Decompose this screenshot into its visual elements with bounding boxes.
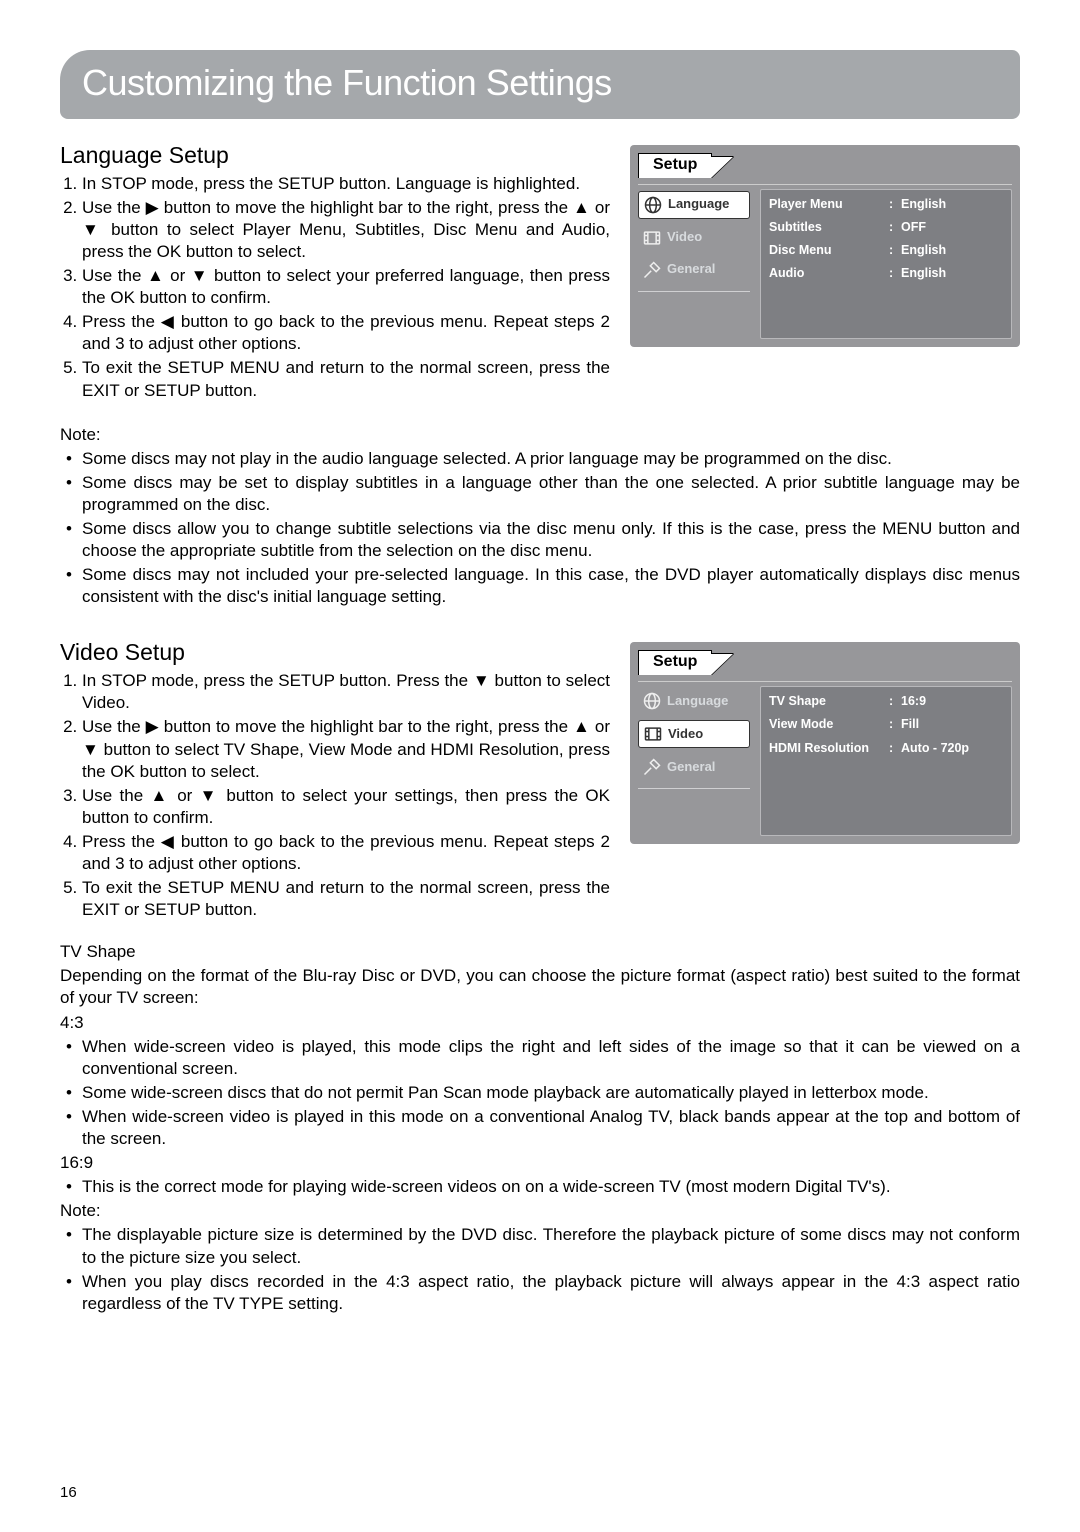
step-item: In STOP mode, press the SETUP button. La… [82, 173, 610, 195]
language-setup-section: Language Setup In STOP mode, press the S… [60, 141, 1020, 609]
step-item: Use the ▲ or ▼ button to select your pre… [82, 265, 610, 309]
video-setup-section: Video Setup In STOP mode, press the SETU… [60, 638, 1020, 1314]
sidebar-label: General [667, 759, 715, 776]
bullet-item: Some wide-screen discs that do not permi… [60, 1082, 1020, 1104]
tab-decoration [711, 654, 733, 675]
setup-row: Player Menu:English [769, 196, 1003, 212]
sidebar-item-general[interactable]: General [638, 257, 750, 283]
setup-content: TV Shape:16:9 View Mode:Fill HDMI Resolu… [760, 686, 1012, 836]
sidebar-item-video[interactable]: Video [638, 720, 750, 748]
language-setup-steps: In STOP mode, press the SETUP button. La… [60, 173, 610, 402]
note-item: Some discs may not included your pre-sel… [60, 564, 1020, 608]
ratio-169-bullets: This is the correct mode for playing wid… [60, 1176, 1020, 1198]
step-item: In STOP mode, press the SETUP button. Pr… [82, 670, 610, 714]
tools-icon [642, 757, 662, 777]
video-setup-steps: In STOP mode, press the SETUP button. Pr… [60, 670, 610, 921]
language-notes: Some discs may not play in the audio lan… [60, 448, 1020, 609]
setup-row: Subtitles:OFF [769, 219, 1003, 235]
setup-row: TV Shape:16:9 [769, 693, 1003, 709]
bullet-item: When wide-screen video is played in this… [60, 1106, 1020, 1150]
language-setup-heading: Language Setup [60, 141, 610, 171]
globe-icon [642, 691, 662, 711]
setup-tab: Setup [638, 153, 712, 178]
ratio-169-label: 16:9 [60, 1152, 1020, 1174]
step-item: Use the ▶ button to move the highlight b… [82, 716, 610, 782]
sidebar-label: Language [667, 693, 728, 710]
video-notes: The displayable picture size is determin… [60, 1224, 1020, 1314]
step-item: Use the ▶ button to move the highlight b… [82, 197, 610, 263]
step-item: Use the ▲ or ▼ button to select your set… [82, 785, 610, 829]
sidebar-label: Language [668, 196, 729, 213]
sidebar-item-language[interactable]: Language [638, 191, 750, 219]
setup-row: HDMI Resolution:Auto - 720p [769, 740, 1003, 756]
setup-sidebar: Language Video General [638, 189, 750, 339]
bullet-item: When wide-screen video is played, this m… [60, 1036, 1020, 1080]
sidebar-divider [638, 788, 750, 789]
note-item: When you play discs recorded in the 4:3 … [60, 1271, 1020, 1315]
globe-icon [643, 195, 663, 215]
ratio-43-label: 4:3 [60, 1012, 1020, 1034]
note-item: Some discs may be set to display subtitl… [60, 472, 1020, 516]
sidebar-label: Video [667, 229, 702, 246]
setup-tab: Setup [638, 650, 712, 675]
setup-content: Player Menu:English Subtitles:OFF Disc M… [760, 189, 1012, 339]
note-item: The displayable picture size is determin… [60, 1224, 1020, 1268]
setup-sidebar: Language Video General [638, 686, 750, 836]
step-item: To exit the SETUP MENU and return to the… [82, 357, 610, 401]
page-title-bar: Customizing the Function Settings [60, 50, 1020, 119]
ratio-43-bullets: When wide-screen video is played, this m… [60, 1036, 1020, 1150]
setup-row: Disc Menu:English [769, 242, 1003, 258]
sidebar-item-language[interactable]: Language [638, 688, 750, 714]
note-heading: Note: [60, 424, 1020, 446]
note-item: Some discs may not play in the audio lan… [60, 448, 1020, 470]
setup-row: View Mode:Fill [769, 716, 1003, 732]
bullet-item: This is the correct mode for playing wid… [60, 1176, 1020, 1198]
sidebar-label: General [667, 261, 715, 278]
setup-row: Audio:English [769, 265, 1003, 281]
sidebar-divider [638, 291, 750, 292]
note-item: Some discs allow you to change subtitle … [60, 518, 1020, 562]
note-heading: Note: [60, 1200, 1020, 1222]
tools-icon [642, 260, 662, 280]
sidebar-label: Video [668, 726, 703, 743]
tab-decoration [711, 157, 733, 178]
step-item: Press the ◀ button to go back to the pre… [82, 311, 610, 355]
tvshape-intro: Depending on the format of the Blu-ray D… [60, 965, 1020, 1009]
sidebar-item-general[interactable]: General [638, 754, 750, 780]
step-item: Press the ◀ button to go back to the pre… [82, 831, 610, 875]
sidebar-item-video[interactable]: Video [638, 225, 750, 251]
video-setup-heading: Video Setup [60, 638, 610, 668]
page-title: Customizing the Function Settings [82, 60, 998, 107]
film-icon [642, 228, 662, 248]
setup-panel-language: Setup Language [630, 145, 1020, 347]
tvshape-heading: TV Shape [60, 941, 1020, 963]
film-icon [643, 724, 663, 744]
setup-panel-video: Setup Language [630, 642, 1020, 844]
page-number: 16 [60, 1483, 77, 1503]
step-item: To exit the SETUP MENU and return to the… [82, 877, 610, 921]
